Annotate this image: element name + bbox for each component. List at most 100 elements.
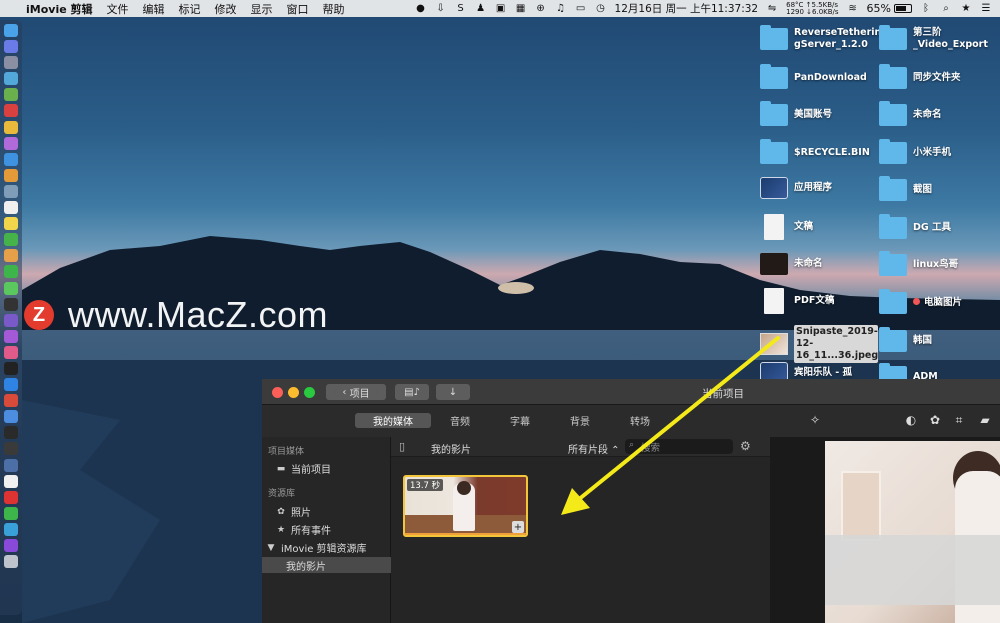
color-palette-icon[interactable]: ✿: [928, 413, 942, 427]
close-window-button[interactable]: [272, 387, 283, 398]
search-field[interactable]: ⌕ 搜索: [625, 439, 733, 454]
desktop-item-xiaomi[interactable]: 小米手机: [879, 139, 997, 164]
import-download-button[interactable]: ↓: [436, 384, 470, 400]
desktop-item-linux[interactable]: linux鸟哥: [879, 251, 997, 276]
clip-filter-select[interactable]: 所有片段 ⌃: [568, 441, 620, 456]
appstore2-icon[interactable]: [4, 378, 18, 392]
qq-icon[interactable]: ♟: [475, 3, 487, 15]
sidebar-item-photos[interactable]: ✿ 照片: [276, 504, 311, 520]
compass-icon[interactable]: [4, 168, 18, 182]
desktop-item-sync-folder[interactable]: 同步文件夹: [879, 64, 997, 89]
activity-icon[interactable]: [4, 442, 18, 456]
siri-icon[interactable]: [4, 40, 18, 54]
color-balance-icon[interactable]: ◐: [904, 413, 918, 427]
sidebar-item-imovie-library[interactable]: ▼ iMovie 剪辑资源库: [266, 540, 367, 556]
app2-icon[interactable]: [4, 313, 18, 327]
toggle-sidebar-icon[interactable]: ▯: [399, 440, 405, 453]
tab-my-media[interactable]: 我的媒体: [355, 413, 431, 428]
finder-icon[interactable]: [4, 24, 18, 37]
tab-titles[interactable]: 字幕: [502, 413, 538, 428]
wifi-icon[interactable]: ≋: [847, 3, 859, 15]
status-app-icon[interactable]: ●: [415, 3, 427, 15]
desktop-item-screenshots[interactable]: 截图: [879, 176, 997, 201]
tab-transitions[interactable]: 转场: [622, 413, 658, 428]
back-to-projects-button[interactable]: ‹ 项目: [326, 384, 386, 400]
desktop-item-pc-pictures[interactable]: 电脑图片: [879, 289, 997, 314]
bluetooth-icon[interactable]: ᛒ: [920, 3, 932, 15]
sidebar-item-current-project[interactable]: ▬ 当前项目: [276, 461, 331, 477]
tab-backgrounds[interactable]: 背景: [562, 413, 598, 428]
menu-clock[interactable]: 12月16日 周一 上午11:37:32: [615, 1, 759, 16]
battery-status[interactable]: 65%: [867, 2, 912, 15]
app3-icon[interactable]: [4, 522, 18, 536]
menu-modify[interactable]: 修改: [215, 1, 237, 17]
launchpad-icon[interactable]: [4, 56, 18, 70]
download-icon[interactable]: ⇩: [435, 3, 447, 15]
mail-icon[interactable]: [4, 410, 18, 424]
app-icon[interactable]: [4, 136, 18, 150]
calendar-icon[interactable]: [4, 201, 18, 215]
menu-help[interactable]: 帮助: [323, 1, 345, 17]
desktop-item-recycle-bin[interactable]: $RECYCLE.BIN: [760, 139, 878, 164]
desktop-item-untitled-2[interactable]: 未命名: [760, 253, 878, 275]
menu-edit[interactable]: 编辑: [143, 1, 165, 17]
desktop-item-reverse-tethering[interactable]: ReverseTetherin gServer_1.2.0: [760, 25, 881, 51]
minimize-window-button[interactable]: [288, 387, 299, 398]
notes-icon[interactable]: [4, 217, 18, 231]
desktop-item-video-export[interactable]: 第三阶 _Video_Export: [879, 25, 997, 51]
chat-icon[interactable]: ▭: [575, 3, 587, 15]
messages-icon[interactable]: [4, 281, 18, 295]
desktop-item-us-account[interactable]: 美国账号: [760, 101, 878, 126]
numbers-icon[interactable]: [4, 233, 18, 247]
menu-app-name[interactable]: iMovie 剪辑: [26, 1, 93, 17]
desktop-item-documents[interactable]: 文稿: [760, 214, 878, 240]
media-import-button[interactable]: ▤♪: [395, 384, 429, 400]
red-app-icon[interactable]: [4, 104, 18, 118]
tab-audio[interactable]: 音频: [442, 413, 478, 428]
app-store-icon[interactable]: [4, 152, 18, 166]
wechat-icon[interactable]: [4, 265, 18, 279]
clock-icon[interactable]: ◷: [595, 3, 607, 15]
add-to-timeline-icon[interactable]: +: [512, 521, 524, 533]
desktop-item-dg-tools[interactable]: DG 工具: [879, 214, 997, 239]
sidebar-item-my-movie[interactable]: 我的影片: [262, 557, 391, 573]
desktop-item-untitled[interactable]: 未命名: [879, 101, 997, 126]
crop-icon[interactable]: ⌗: [952, 413, 966, 427]
menu-window[interactable]: 窗口: [287, 1, 309, 17]
network-stats[interactable]: 68°C ↑5.5KB/s 1290 ↓6.0KB/s: [786, 1, 838, 16]
spotlight-icon[interactable]: ⌕: [940, 3, 952, 15]
vmware-icon[interactable]: [4, 458, 18, 472]
control-icon[interactable]: ⇋: [766, 3, 778, 15]
s-box-icon[interactable]: ▣: [495, 3, 507, 15]
music-icon[interactable]: ♫: [555, 3, 567, 15]
preview-icon[interactable]: [4, 184, 18, 198]
sidebar-item-all-events[interactable]: ★ 所有事件: [276, 522, 331, 538]
console-icon[interactable]: [4, 426, 18, 440]
android-icon[interactable]: [4, 88, 18, 102]
chrome-icon[interactable]: [4, 120, 18, 134]
desktop-item-snipaste-jpeg[interactable]: Snipaste_2019-12-16_11...36.jpeg: [760, 325, 878, 363]
terminal-icon[interactable]: [4, 297, 18, 311]
photos-icon[interactable]: [4, 249, 18, 263]
disclosure-triangle-icon[interactable]: ▼: [266, 543, 276, 553]
netease-icon[interactable]: [4, 490, 18, 504]
wechat2-icon[interactable]: [4, 506, 18, 520]
tv-icon[interactable]: [4, 361, 18, 375]
video-clip-thumbnail[interactable]: 13.7 秒 +: [403, 475, 528, 537]
settings-gear-icon[interactable]: ⚙: [740, 439, 751, 453]
desktop-item-applications[interactable]: 应用程序: [760, 177, 878, 199]
camera-stabilization-icon[interactable]: ▰: [978, 413, 992, 427]
yandex-icon[interactable]: [4, 474, 18, 488]
magic-wand-icon[interactable]: ✧: [808, 413, 822, 427]
desktop-item-pandownload[interactable]: PanDownload: [760, 64, 878, 89]
desktop-item-korea[interactable]: 韩国: [879, 327, 997, 352]
menu-file[interactable]: 文件: [107, 1, 129, 17]
imovie-icon[interactable]: [4, 539, 18, 552]
grid-icon[interactable]: ▦: [515, 3, 527, 15]
notification-center-icon[interactable]: ☰: [980, 3, 992, 15]
globe-icon[interactable]: ⊕: [535, 3, 547, 15]
safari-icon[interactable]: [4, 72, 18, 86]
vivaldi-icon[interactable]: [4, 394, 18, 408]
trash-icon[interactable]: [4, 555, 18, 569]
zoom-window-button[interactable]: [304, 387, 315, 398]
